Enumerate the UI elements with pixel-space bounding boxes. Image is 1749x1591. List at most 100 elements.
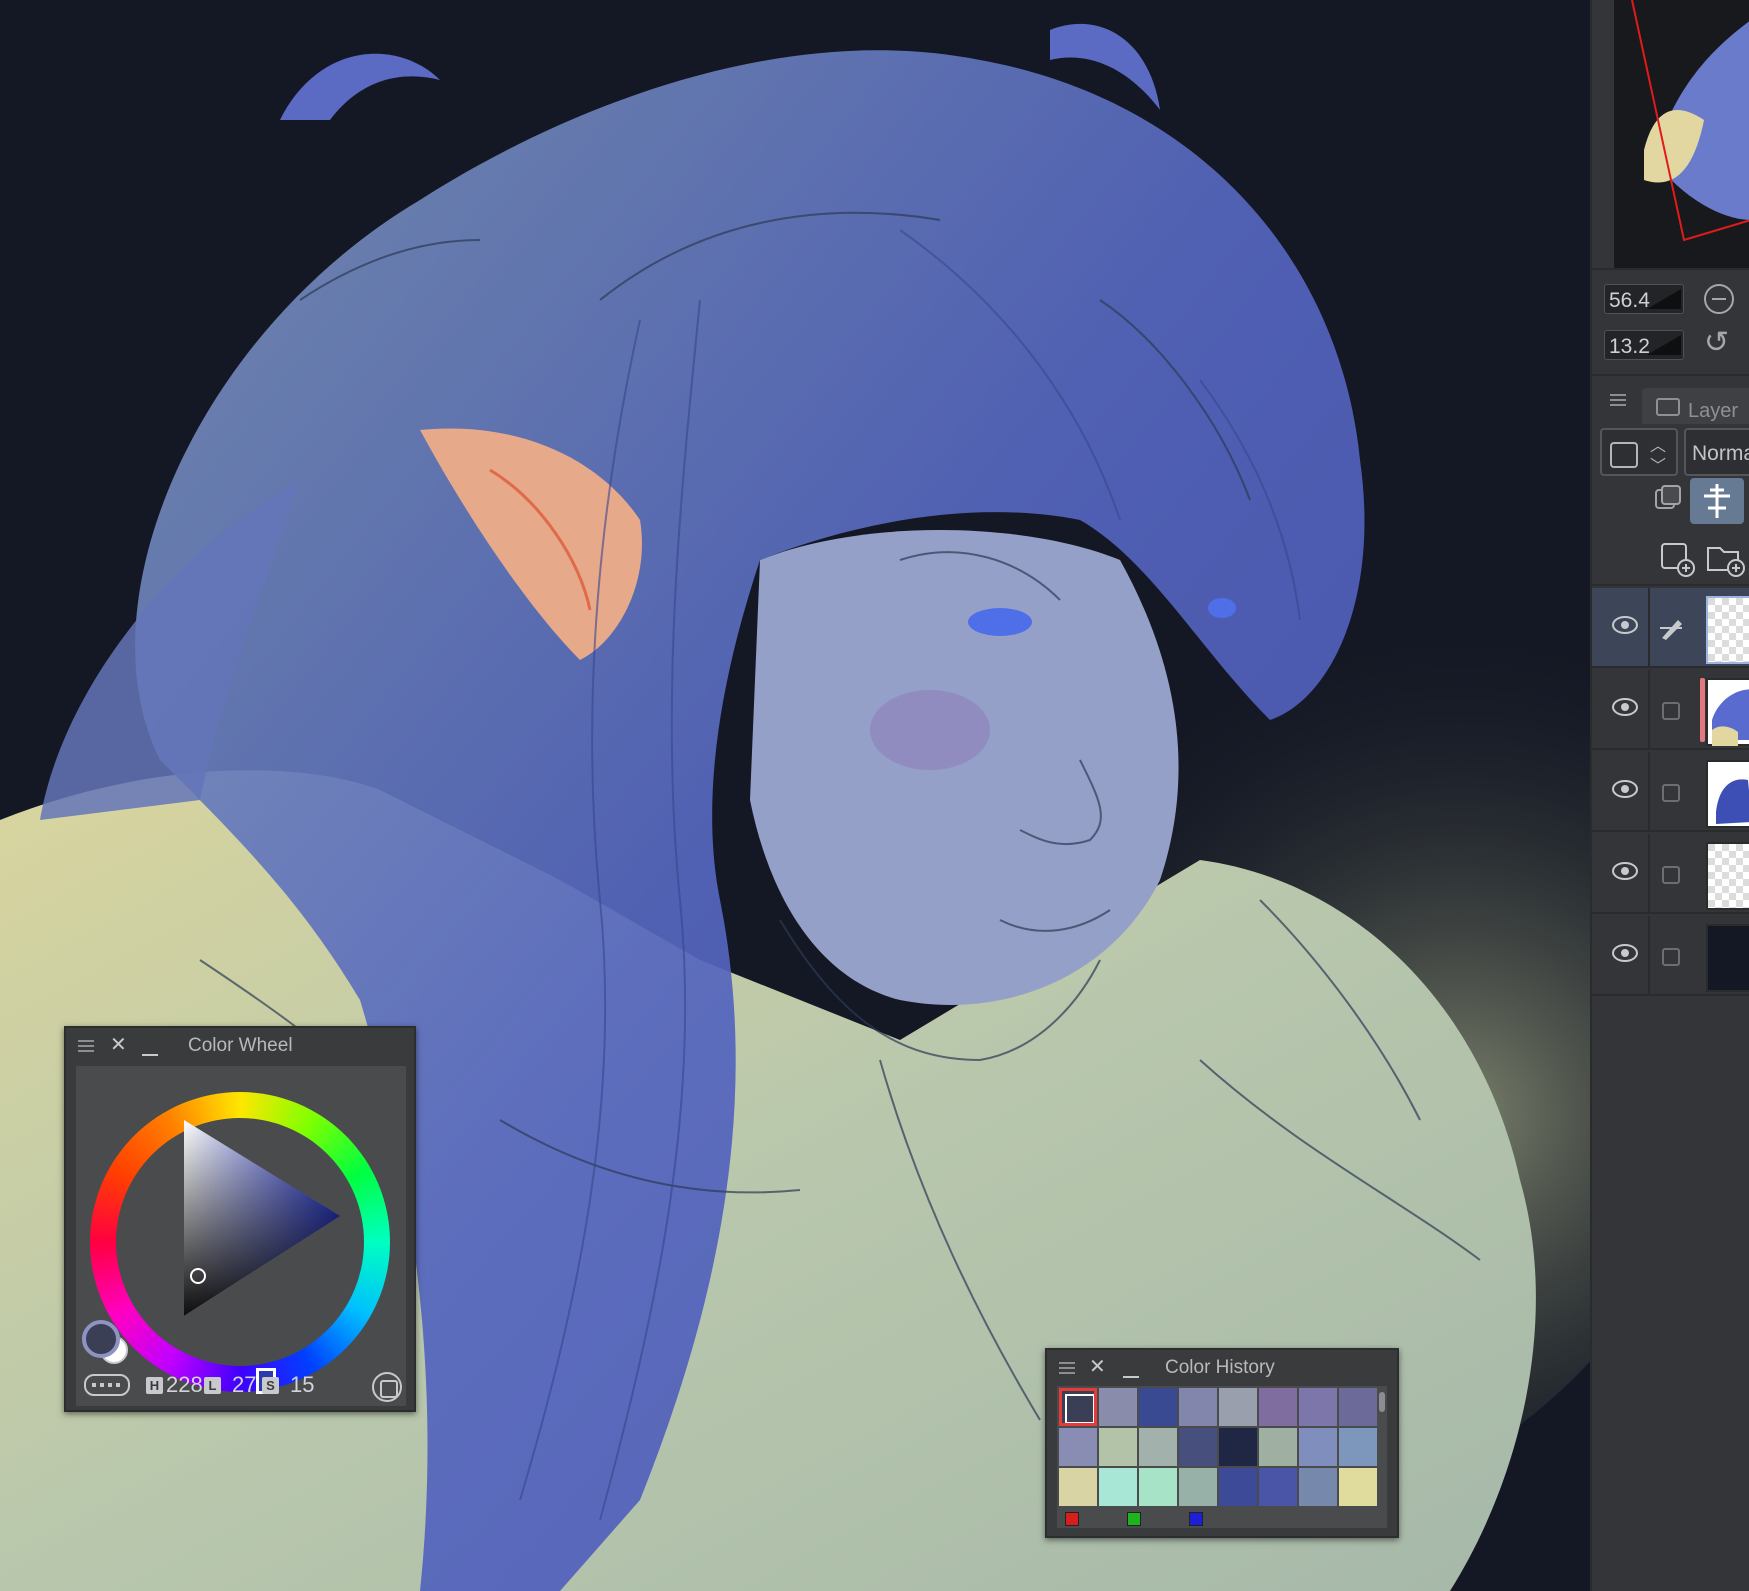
tab-layer[interactable]: Layer — [1642, 388, 1749, 424]
blue-marker[interactable] — [1189, 1512, 1203, 1526]
history-swatch[interactable] — [1059, 1388, 1097, 1426]
layer-thumbnail-art — [1708, 844, 1749, 912]
zoom-row: 56.4 — [1604, 282, 1684, 316]
new-layer-button[interactable] — [1654, 536, 1708, 582]
history-swatch[interactable] — [1139, 1388, 1177, 1426]
history-swatch[interactable] — [1259, 1388, 1297, 1426]
l-label: L — [204, 1377, 221, 1394]
history-swatch[interactable] — [1219, 1468, 1257, 1506]
green-marker[interactable] — [1127, 1512, 1141, 1526]
history-swatch[interactable] — [1139, 1428, 1177, 1466]
blend-mode-select[interactable]: Norma — [1684, 428, 1749, 476]
saturation-triangle[interactable] — [76, 1066, 406, 1366]
history-swatch[interactable] — [1339, 1388, 1377, 1426]
main-color-swatch[interactable] — [82, 1320, 120, 1358]
layer-row[interactable] — [1592, 834, 1749, 914]
layer-row[interactable] — [1592, 752, 1749, 832]
reference-layer-button[interactable] — [1690, 478, 1744, 524]
tab-layer-label: Layer — [1688, 400, 1739, 422]
layer-thumbnail-art — [1712, 689, 1749, 746]
history-swatch[interactable] — [1219, 1388, 1257, 1426]
layer-row[interactable] — [1592, 916, 1749, 996]
history-swatch[interactable] — [1299, 1468, 1337, 1506]
layer-thumbnail — [1706, 842, 1749, 910]
chevron-down-icon[interactable]: ﹀ — [1650, 452, 1666, 476]
color-wheel-body: H 228 L 27 S 15 — [76, 1066, 406, 1406]
h-value[interactable]: 228 — [166, 1372, 203, 1398]
history-swatch[interactable] — [1179, 1428, 1217, 1466]
pen-icon — [1660, 620, 1682, 640]
history-swatch[interactable] — [1299, 1428, 1337, 1466]
s-label: S — [262, 1377, 279, 1394]
history-swatch[interactable] — [1059, 1428, 1097, 1466]
eye-icon[interactable] — [1612, 944, 1638, 962]
eye-icon[interactable] — [1612, 616, 1638, 634]
close-icon[interactable]: ✕ — [1089, 1357, 1106, 1377]
divider — [1648, 588, 1650, 668]
blend-mode-value: Norma — [1692, 442, 1749, 465]
layer-checkbox[interactable] — [1662, 784, 1680, 802]
history-swatch[interactable] — [1099, 1428, 1137, 1466]
history-swatch[interactable] — [1219, 1428, 1257, 1466]
scrollbar[interactable] — [1379, 1392, 1385, 1412]
layer-property-row: ︿ ﹀ Norma — [1600, 428, 1749, 476]
s-value[interactable]: 15 — [290, 1372, 314, 1398]
navigator-preview[interactable] — [1614, 0, 1749, 268]
history-swatch[interactable] — [1099, 1468, 1137, 1506]
layer-menu-icon[interactable] — [1610, 394, 1626, 406]
divider — [1648, 834, 1650, 914]
minimize-icon[interactable] — [142, 1054, 158, 1056]
palette-title: Color History — [1165, 1357, 1275, 1378]
color-history-palette: ✕ Color History — [1045, 1348, 1399, 1538]
history-swatch[interactable] — [1179, 1468, 1217, 1506]
reference-layer-icon — [1704, 484, 1730, 518]
palette-titlebar[interactable]: ✕ Color History — [1047, 1350, 1397, 1384]
layer-thumbnail — [1706, 924, 1749, 992]
new-folder-button[interactable] — [1704, 536, 1749, 582]
history-swatch[interactable] — [1259, 1428, 1297, 1466]
history-swatch[interactable] — [1259, 1468, 1297, 1506]
history-swatch[interactable] — [1339, 1468, 1377, 1506]
history-swatch[interactable] — [1099, 1388, 1137, 1426]
history-swatch[interactable] — [1339, 1428, 1377, 1466]
palette-menu-icon[interactable] — [78, 1040, 94, 1052]
rotation-slider-wedge[interactable] — [1647, 335, 1681, 355]
l-value[interactable]: 27 — [232, 1372, 256, 1398]
layer-thumbnail — [1706, 678, 1749, 746]
rotate-ccw-icon[interactable]: ↺ — [1704, 328, 1729, 358]
right-panel: 56.4 13.2 ↺ Layer ︿ ﹀ Norma — [1590, 0, 1749, 1591]
layer-row[interactable] — [1592, 670, 1749, 750]
layer-checkbox[interactable] — [1662, 702, 1680, 720]
rotation-field[interactable]: 13.2 — [1604, 330, 1684, 360]
zoom-field[interactable]: 56.4 — [1604, 284, 1684, 314]
app-window: 56.4 13.2 ↺ Layer ︿ ﹀ Norma ✕ Color Whee… — [0, 0, 1749, 1591]
layer-checkbox[interactable] — [1662, 866, 1680, 884]
history-swatch[interactable] — [1059, 1468, 1097, 1506]
layer-checkbox[interactable] — [1662, 948, 1680, 966]
zoom-slider-wedge[interactable] — [1647, 289, 1681, 309]
wheel-mode-icon[interactable] — [372, 1372, 402, 1402]
swap-colors-button[interactable] — [84, 1374, 130, 1396]
layer-type-stepper[interactable]: ︿ ﹀ — [1600, 428, 1678, 476]
layer-thumbnail-art — [1716, 779, 1749, 824]
eye-icon[interactable] — [1612, 698, 1638, 716]
zoom-value: 56.4 — [1609, 289, 1650, 312]
color-history-body — [1057, 1386, 1387, 1528]
color-wheel-palette: ✕ Color Wheel H 228 L 27 S 15 — [64, 1026, 416, 1412]
history-swatch[interactable] — [1179, 1388, 1217, 1426]
minimize-icon[interactable] — [1123, 1376, 1139, 1378]
red-marker[interactable] — [1065, 1512, 1079, 1526]
divider — [1648, 916, 1650, 996]
eye-icon[interactable] — [1612, 780, 1638, 798]
history-swatch[interactable] — [1139, 1468, 1177, 1506]
layer-row[interactable] — [1592, 588, 1749, 668]
divider — [1592, 584, 1749, 586]
close-icon[interactable]: ✕ — [110, 1035, 127, 1055]
color-history-grid — [1057, 1386, 1377, 1508]
history-swatch[interactable] — [1299, 1388, 1337, 1426]
new-layer-icon — [1661, 543, 1695, 577]
eye-icon[interactable] — [1612, 862, 1638, 880]
minus-circle-icon[interactable] — [1704, 284, 1734, 314]
palette-menu-icon[interactable] — [1059, 1362, 1075, 1374]
palette-titlebar[interactable]: ✕ Color Wheel — [66, 1028, 414, 1062]
